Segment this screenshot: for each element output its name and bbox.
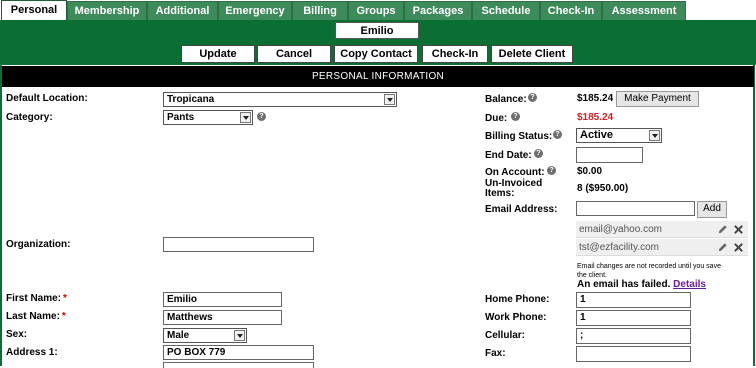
chevron-down-icon	[649, 130, 660, 141]
last-name-label-text: Last Name:	[6, 311, 60, 322]
copy-contact-button[interactable]: Copy Contact	[334, 45, 418, 63]
billing-status-label: Billing Status:	[485, 131, 553, 142]
help-icon[interactable]: ?	[257, 112, 266, 121]
client-name: Emilio Matthews	[335, 22, 419, 54]
close-icon[interactable]	[733, 242, 744, 253]
tab-membership[interactable]: Membership	[67, 1, 147, 20]
section-title: PERSONAL INFORMATION	[2, 66, 754, 87]
due-label: Due:	[485, 113, 508, 124]
default-location-label: Default Location:	[6, 93, 88, 104]
chevron-down-icon	[234, 330, 245, 341]
chevron-down-icon	[384, 94, 395, 105]
tab-assessment[interactable]: Assessment	[602, 1, 686, 20]
delete-client-button[interactable]: Delete Client	[491, 45, 573, 63]
help-icon[interactable]: ?	[547, 166, 556, 175]
sex-value: Male	[167, 330, 190, 341]
help-icon[interactable]: ?	[534, 149, 543, 158]
close-icon[interactable]	[733, 224, 744, 235]
work-phone-label: Work Phone:	[485, 312, 547, 323]
email-failed-text: An email has failed.	[577, 279, 671, 290]
email-address: email@yahoo.com	[579, 224, 662, 235]
end-date-label: End Date:	[485, 150, 532, 161]
tab-emergency[interactable]: Emergency	[218, 1, 292, 20]
cellular-label: Cellular:	[485, 330, 526, 341]
check-in-button[interactable]: Check-In	[422, 45, 488, 63]
tab-check-in[interactable]: Check-In	[540, 1, 602, 20]
cellular-field[interactable]: ;	[576, 328, 691, 344]
uninvoiced-label: Un-Invoiced Items:	[485, 179, 542, 199]
help-icon[interactable]: ?	[553, 130, 562, 139]
pencil-icon[interactable]	[717, 224, 728, 235]
fax-field[interactable]	[576, 346, 691, 362]
sex-select[interactable]: Male	[163, 328, 247, 343]
required-mark: *	[61, 311, 66, 322]
category-value: Pants	[167, 112, 195, 123]
organization-label: Organization:	[6, 239, 71, 250]
tab-personal[interactable]: Personal	[1, 0, 67, 21]
tab-packages[interactable]: Packages	[404, 1, 472, 20]
default-location-value: Tropicana	[167, 94, 215, 105]
tab-schedule[interactable]: Schedule	[472, 1, 540, 20]
tab-groups[interactable]: Groups	[348, 1, 404, 20]
chevron-down-icon	[240, 112, 251, 123]
address2-field[interactable]	[163, 362, 314, 368]
email-note-line1: Email changes are not recorded until you…	[577, 263, 721, 270]
email-address: tst@ezfacility.com	[579, 242, 659, 253]
first-name-field[interactable]: Emilio	[163, 292, 282, 307]
update-button[interactable]: Update	[181, 45, 255, 63]
add-email-button[interactable]: Add	[697, 201, 727, 218]
on-account-value: $0.00	[577, 166, 603, 177]
tab-bar: Personal Membership Additional Emergency…	[0, 0, 756, 21]
billing-status-value: Active	[580, 129, 614, 141]
email-failed-message: An email has failed. Details	[577, 279, 706, 290]
sex-label: Sex:	[6, 329, 28, 340]
fax-label: Fax:	[485, 348, 506, 359]
home-phone-label: Home Phone:	[485, 294, 550, 305]
email-label: Email Address:	[485, 204, 558, 215]
organization-field[interactable]	[163, 237, 314, 252]
on-account-label: On Account:	[485, 167, 545, 178]
uninvoiced-label-line2: Items:	[485, 188, 515, 199]
address1-label: Address 1:	[6, 347, 58, 358]
uninvoiced-value: 8 ($950.00)	[577, 183, 629, 194]
cancel-button[interactable]: Cancel	[257, 45, 331, 63]
required-mark: *	[63, 293, 67, 304]
category-label: Category:	[6, 112, 53, 123]
last-name-label: Last Name: *	[6, 311, 66, 322]
tab-additional[interactable]: Additional	[147, 1, 218, 20]
first-name-label-text: First Name:	[6, 293, 62, 304]
due-value: $185.24	[577, 112, 614, 123]
details-link[interactable]: Details	[673, 279, 706, 290]
address1-field[interactable]: PO BOX 779	[163, 345, 314, 360]
end-date-field[interactable]	[576, 147, 643, 163]
work-phone-field[interactable]: 1	[576, 310, 691, 326]
email-note: Email changes are not recorded until you…	[577, 262, 721, 280]
last-name-field[interactable]: Matthews	[163, 310, 282, 325]
home-phone-field[interactable]: 1	[576, 292, 691, 308]
balance-label: Balance:	[485, 94, 527, 105]
email-input[interactable]	[576, 201, 695, 216]
first-name-label: First Name: *	[6, 293, 67, 304]
category-select[interactable]: Pants	[163, 110, 253, 125]
help-icon[interactable]: ?	[528, 93, 537, 102]
make-payment-button[interactable]: Make Payment	[616, 91, 699, 107]
help-icon[interactable]: ?	[511, 112, 520, 121]
pencil-icon[interactable]	[717, 242, 728, 253]
default-location-select[interactable]: Tropicana	[163, 92, 397, 107]
balance-value: $185.24	[577, 93, 614, 104]
billing-status-select[interactable]: Active	[576, 128, 662, 143]
tab-billing[interactable]: Billing	[292, 1, 348, 20]
